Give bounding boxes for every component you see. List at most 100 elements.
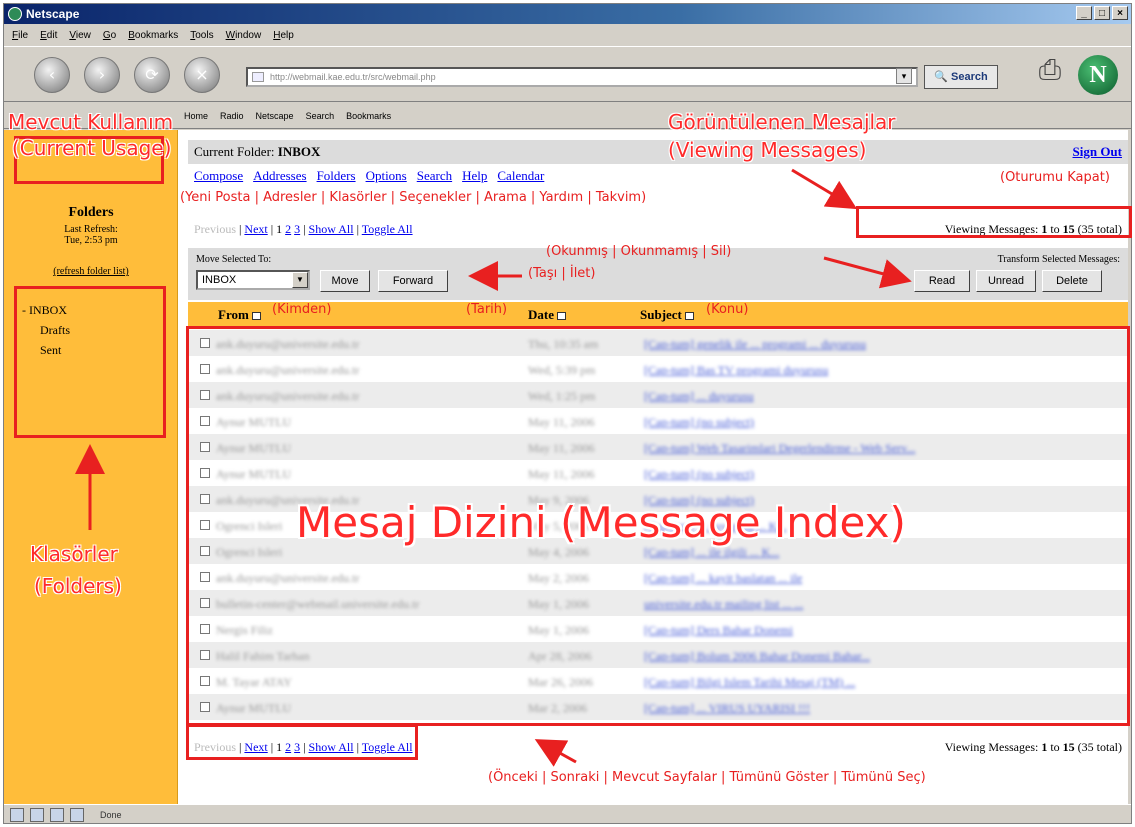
ptoolbar-netscape[interactable]: Netscape bbox=[256, 111, 294, 121]
annot-from: (Kimden) bbox=[272, 302, 332, 317]
options-link[interactable]: Options bbox=[366, 168, 407, 184]
annot-viewing-tr: Görüntülenen Mesajlar bbox=[668, 110, 896, 134]
unread-button[interactable]: Unread bbox=[976, 270, 1036, 292]
previous-link[interactable]: Previous bbox=[194, 222, 236, 236]
move-folder-value: INBOX bbox=[202, 274, 237, 286]
page-3-link[interactable]: 3 bbox=[294, 222, 300, 236]
title-bar: Netscape _ □ × bbox=[4, 4, 1131, 24]
annot-viewing-en: (Viewing Messages) bbox=[668, 138, 867, 162]
viewing-to: 15 bbox=[1062, 740, 1075, 754]
annot-subject: (Konu) bbox=[706, 302, 749, 317]
annot-signout: (Oturumu Kapat) bbox=[1000, 170, 1110, 185]
url-text: http://webmail.kae.edu.tr/src/webmail.ph… bbox=[270, 72, 436, 82]
pager-box bbox=[186, 724, 418, 760]
col-from[interactable]: From bbox=[218, 307, 261, 323]
annot-transform: (Okunmış | Okunmamış | Sil) bbox=[546, 244, 732, 259]
help-link[interactable]: Help bbox=[462, 168, 487, 184]
ptoolbar-search[interactable]: Search bbox=[306, 111, 335, 121]
next-link[interactable]: Next bbox=[244, 222, 267, 236]
menu-window[interactable]: Window bbox=[226, 30, 262, 41]
forward-button[interactable]: › bbox=[84, 57, 120, 93]
menu-help[interactable]: Help bbox=[273, 30, 294, 41]
search-link[interactable]: Search bbox=[417, 168, 452, 184]
close-button[interactable]: × bbox=[1112, 6, 1128, 20]
read-button[interactable]: Read bbox=[914, 270, 970, 292]
annot-links: (Yeni Posta | Adresler | Klasörler | Seç… bbox=[180, 190, 647, 205]
last-refresh-label: Last Refresh: bbox=[64, 224, 118, 235]
folder-pane: Folders Last Refresh: Tue, 2:53 pm (refr… bbox=[4, 130, 178, 804]
chevron-down-icon: ▼ bbox=[292, 272, 308, 288]
annot-current-usage-tr: Mevcut Kullanım bbox=[8, 110, 174, 134]
composer-icon[interactable] bbox=[50, 808, 64, 822]
netscape-logo: N bbox=[1078, 55, 1118, 95]
back-button[interactable]: ‹ bbox=[34, 57, 70, 93]
menu-file[interactable]: File bbox=[12, 30, 28, 41]
netscape-icon bbox=[8, 7, 22, 21]
move-selected-label: Move Selected To: bbox=[196, 254, 272, 265]
sort-icon[interactable] bbox=[684, 312, 694, 321]
menu-bookmarks[interactable]: Bookmarks bbox=[128, 30, 178, 41]
navigator-icon[interactable] bbox=[10, 808, 24, 822]
folders-box bbox=[14, 286, 166, 438]
address-book-icon[interactable] bbox=[70, 808, 84, 822]
mail-icon[interactable] bbox=[30, 808, 44, 822]
current-folder-name: INBOX bbox=[277, 144, 321, 159]
addresses-link[interactable]: Addresses bbox=[253, 168, 306, 184]
folders-link[interactable]: Folders bbox=[317, 168, 356, 184]
annot-pager: (Önceki | Sonraki | Mevcut Sayfalar | Tü… bbox=[488, 770, 926, 785]
annot-folders-tr: Klasörler bbox=[30, 542, 118, 566]
page-icon bbox=[252, 72, 264, 82]
pager-top: Previous | Next | 1 2 3 | Show All | Tog… bbox=[194, 222, 413, 236]
show-all-link[interactable]: Show All bbox=[309, 222, 354, 236]
sort-icon[interactable] bbox=[251, 312, 261, 321]
print-icon[interactable]: ⎙ bbox=[1030, 55, 1070, 93]
forward-button[interactable]: Forward bbox=[378, 270, 448, 292]
window-title: Netscape bbox=[26, 7, 80, 21]
col-subject[interactable]: Subject bbox=[640, 307, 694, 323]
col-subject-label: Subject bbox=[640, 307, 682, 322]
annot-folders-en: (Folders) bbox=[34, 574, 122, 598]
stop-button[interactable]: × bbox=[184, 57, 220, 93]
refresh-folder-list-link[interactable]: (refresh folder list) bbox=[4, 266, 178, 277]
viewing-total: (35 total) bbox=[1077, 740, 1122, 754]
viewing-messages-bottom: Viewing Messages: 1 to 15 (35 total) bbox=[945, 740, 1122, 755]
current-folder-label: Current Folder: bbox=[194, 144, 275, 159]
col-date[interactable]: Date bbox=[528, 307, 566, 323]
maximize-button[interactable]: □ bbox=[1094, 6, 1110, 20]
url-input[interactable]: http://webmail.kae.edu.tr/src/webmail.ph… bbox=[246, 67, 918, 87]
annot-date: (Tarih) bbox=[466, 302, 508, 317]
sign-out-link[interactable]: Sign Out bbox=[1073, 144, 1123, 160]
current-page: 1 bbox=[276, 222, 283, 236]
col-from-label: From bbox=[218, 307, 249, 322]
minimize-button[interactable]: _ bbox=[1076, 6, 1092, 20]
page-2-link[interactable]: 2 bbox=[285, 222, 291, 236]
status-bar: Done bbox=[4, 804, 1131, 823]
status-text: Done bbox=[100, 810, 122, 820]
transform-selected-label: Transform Selected Messages: bbox=[997, 254, 1120, 265]
move-folder-select[interactable]: INBOX ▼ bbox=[196, 270, 310, 290]
calendar-link[interactable]: Calendar bbox=[497, 168, 544, 184]
annot-move: (Taşı | İlet) bbox=[528, 266, 596, 281]
compose-link[interactable]: Compose bbox=[194, 168, 243, 184]
menu-go[interactable]: Go bbox=[103, 30, 116, 41]
menu-view[interactable]: View bbox=[69, 30, 91, 41]
annot-current-usage-en: (Current Usage) bbox=[12, 136, 172, 160]
ptoolbar-bookmarks[interactable]: Bookmarks bbox=[346, 111, 391, 121]
search-label: Search bbox=[951, 71, 988, 83]
ptoolbar-home[interactable]: Home bbox=[184, 111, 208, 121]
move-button[interactable]: Move bbox=[320, 270, 370, 292]
reload-button[interactable]: ⟳ bbox=[134, 57, 170, 93]
url-dropdown-icon[interactable]: ▾ bbox=[896, 68, 912, 84]
search-button[interactable]: 🔍 Search bbox=[924, 65, 998, 89]
viewing-to-word: to bbox=[1050, 740, 1060, 754]
toggle-all-link[interactable]: Toggle All bbox=[362, 222, 413, 236]
delete-button[interactable]: Delete bbox=[1042, 270, 1102, 292]
sort-icon[interactable] bbox=[557, 312, 566, 321]
main-links: Compose Addresses Folders Options Search… bbox=[194, 168, 544, 184]
menu-edit[interactable]: Edit bbox=[40, 30, 57, 41]
ptoolbar-radio[interactable]: Radio bbox=[220, 111, 244, 121]
folders-title: Folders bbox=[68, 205, 114, 220]
annot-message-index: Mesaj Dizini (Message Index) bbox=[296, 498, 906, 547]
viewing-label: Viewing Messages: bbox=[944, 740, 1039, 754]
menu-tools[interactable]: Tools bbox=[190, 30, 213, 41]
